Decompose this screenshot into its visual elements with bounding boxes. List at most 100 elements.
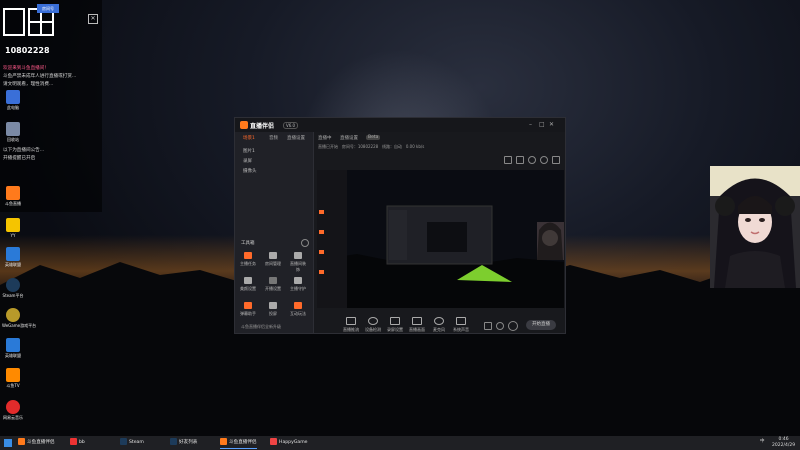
tab-live-settings[interactable]: 直播设置 xyxy=(287,135,305,141)
bottom-button[interactable]: 设备检测 xyxy=(362,317,384,333)
bottom-button-label: 麦克风 xyxy=(433,327,445,332)
status-item: 线路：自动 xyxy=(382,144,403,149)
bottom-button[interactable]: 录屏设置 xyxy=(384,317,406,333)
app-icon xyxy=(6,218,20,232)
taskbar-item[interactable]: 好友列表 xyxy=(170,438,197,448)
taskbar-item[interactable]: HappyGame xyxy=(270,438,308,448)
tool-label: 弹幕助手 xyxy=(240,311,256,316)
tool-item[interactable]: 投屏 xyxy=(264,302,282,317)
webcam-feed xyxy=(710,166,800,288)
bottom-button-label: 录屏设置 xyxy=(387,327,403,332)
bottom-button[interactable]: 系统声音 xyxy=(450,317,472,333)
overlay-line: 斗鱼严禁未成年人进行直播或打赏... xyxy=(3,74,77,79)
room-number: 10802228 xyxy=(5,46,50,55)
maximize-icon[interactable]: □ xyxy=(539,121,545,128)
tool-item[interactable]: 开播设置 xyxy=(264,277,282,292)
tab-audio[interactable]: 音频 xyxy=(269,135,278,141)
scene-item[interactable]: 摄像头 xyxy=(243,168,257,174)
tool-item[interactable]: 互动玩法 xyxy=(289,302,307,317)
expand-icon[interactable] xyxy=(552,156,560,164)
scene-item[interactable]: 图片1 xyxy=(243,148,255,154)
monitor-icon[interactable] xyxy=(504,156,512,164)
share-icon[interactable] xyxy=(540,156,548,164)
gear-icon[interactable] xyxy=(508,321,518,331)
status-item: 0.00 kb/s xyxy=(405,144,425,149)
bottom-button[interactable]: 麦克风 xyxy=(428,317,450,333)
clock[interactable]: 0:46 2022/4/29 xyxy=(772,437,795,449)
taskbar-item[interactable]: bb xyxy=(70,438,85,448)
close-icon[interactable]: ✕ xyxy=(88,14,98,24)
streaming-app-window[interactable]: 直播伴侣 V6.0 – □ ✕ 场景1 音频 直播设置 图片1 录屏 摄像头 工… xyxy=(234,117,566,334)
desktop-icon[interactable]: 此电脑 xyxy=(2,90,24,111)
tool-label: 投屏 xyxy=(269,311,277,316)
settings-icon[interactable] xyxy=(301,239,309,247)
tool-item[interactable]: 主播守护 xyxy=(289,277,307,292)
top-tab[interactable]: 直播中 xyxy=(318,135,332,141)
close-icon[interactable]: ✕ xyxy=(549,121,554,128)
desktop-icon[interactable]: 英雄联盟 xyxy=(2,338,24,359)
tool-item[interactable]: 房间管理 xyxy=(264,252,282,267)
scene-item[interactable]: 录屏 xyxy=(243,158,252,164)
settings-icon[interactable] xyxy=(528,156,536,164)
app-icon xyxy=(6,368,20,382)
settings-icon xyxy=(368,317,378,325)
tab-scene[interactable]: 场景1 xyxy=(243,135,255,141)
desktop-icon[interactable]: Steam平台 xyxy=(2,278,24,299)
top-tab[interactable]: 直播设置 xyxy=(340,135,358,141)
tool-icon xyxy=(269,277,277,284)
status-bar: 直播已开始 房间号：10802228 线路：自动 0.00 kb/s xyxy=(318,144,424,150)
tool-item[interactable]: 美颜设置 xyxy=(239,277,257,292)
overlay-line: 以下为直播间公告... xyxy=(3,148,45,153)
taskbar-item[interactable]: 斗鱼直播伴侣 xyxy=(18,438,55,448)
desktop-icon[interactable]: 网易云音乐 xyxy=(2,400,24,421)
taskbar: 斗鱼直播伴侣 bb Steam 好友列表 斗鱼直播伴侣 HappyGame 中 … xyxy=(0,436,800,450)
tool-item[interactable]: 直播间装饰 xyxy=(289,252,307,273)
stream-preview[interactable] xyxy=(317,170,564,308)
app-icon xyxy=(6,308,20,322)
tool-icon xyxy=(269,302,277,309)
app-icon xyxy=(120,438,127,445)
bottom-button[interactable]: 直播画面 xyxy=(406,317,428,333)
app-icon xyxy=(6,186,20,200)
desktop-icon[interactable]: 回收站 xyxy=(2,122,24,143)
tool-label: 主播任务 xyxy=(240,261,256,266)
app-icon xyxy=(220,438,227,445)
clock-date: 2022/4/29 xyxy=(772,443,796,448)
desktop-icon-label: 斗鱼TV xyxy=(6,383,20,388)
start-live-button[interactable]: 开始直播 xyxy=(526,320,556,330)
bottom-button-label: 系统声音 xyxy=(453,327,469,332)
desktop-icon[interactable]: 斗鱼TV xyxy=(2,368,24,389)
tool-icon xyxy=(244,277,252,284)
main-panel: 直播中 直播设置 Beta 直播已开始 房间号：10802228 线路：自动 0… xyxy=(314,132,565,333)
taskbar-item[interactable]: Steam xyxy=(120,438,144,448)
settings-icon[interactable] xyxy=(496,322,504,330)
overlay-line: 开播提醒已开启 xyxy=(3,156,36,161)
tool-item[interactable]: 弹幕助手 xyxy=(239,302,257,317)
taskbar-label: HappyGame xyxy=(279,440,308,445)
app-logo-icon xyxy=(240,121,248,129)
desktop-icon-label: 斗鱼直播 xyxy=(5,201,21,206)
bottom-button-label: 直播推流 xyxy=(343,327,359,332)
camera-icon[interactable] xyxy=(484,322,492,330)
desktop-icon-label: YY xyxy=(10,233,16,238)
desktop-icon-label: 回收站 xyxy=(7,137,19,142)
taskbar-item[interactable]: 斗鱼直播伴侣 xyxy=(220,438,257,449)
desktop-icon[interactable]: YY xyxy=(2,218,24,238)
camera-icon[interactable] xyxy=(516,156,524,164)
bottom-button[interactable]: 直播推流 xyxy=(340,317,362,333)
speaker-icon xyxy=(456,317,466,325)
tray-ime[interactable]: 中 xyxy=(760,438,765,444)
tool-icon xyxy=(244,302,252,309)
desktop-icon[interactable]: WeGame游戏平台 xyxy=(2,308,36,329)
app-icon xyxy=(18,438,25,445)
windows-start-icon[interactable] xyxy=(4,439,12,447)
minimize-icon[interactable]: – xyxy=(529,121,532,128)
tool-icon xyxy=(294,277,302,284)
desktop-icon[interactable]: 英雄联盟 xyxy=(2,247,24,268)
taskbar-label: 斗鱼直播伴侣 xyxy=(229,440,257,445)
tool-item[interactable]: 主播任务 xyxy=(239,252,257,267)
desktop-icon[interactable]: 斗鱼直播 xyxy=(2,186,24,207)
tool-label: 直播间装饰 xyxy=(290,261,306,272)
version-badge: V6.0 xyxy=(283,122,299,129)
top-tab[interactable]: Beta xyxy=(366,135,381,140)
